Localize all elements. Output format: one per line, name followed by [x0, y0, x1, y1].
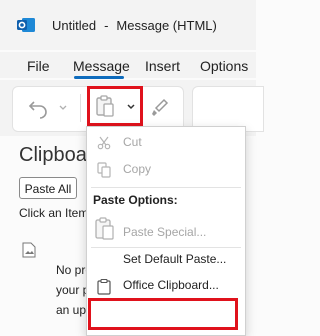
title-name: Untitled — [52, 18, 97, 33]
clipboard-icon — [97, 279, 111, 295]
chevron-down-icon[interactable] — [126, 103, 136, 111]
cut-label: Cut — [123, 135, 142, 149]
paste-all-button[interactable]: Paste All — [19, 177, 77, 199]
outlook-icon — [17, 18, 35, 32]
office-clipboard-highlight — [88, 298, 238, 330]
format-painter-icon[interactable] — [150, 94, 172, 118]
tab-file[interactable]: File — [27, 58, 50, 74]
menu-divider — [91, 247, 241, 248]
copy-label: Copy — [123, 162, 152, 176]
menu-divider — [91, 187, 241, 188]
scissors-icon — [97, 136, 111, 150]
paste-icon — [96, 95, 114, 117]
title-subtitle: Message (HTML) — [116, 18, 217, 33]
image-file-icon — [22, 242, 36, 258]
tab-options[interactable]: Options — [200, 58, 248, 74]
menu-item-paste-special[interactable]: Paste Special... — [87, 225, 245, 245]
tab-message[interactable]: Message — [73, 58, 130, 74]
office-clipboard-label: Office Clipboard... — [123, 278, 219, 292]
active-tab-indicator — [74, 76, 124, 79]
paste-options-header: Paste Options: — [93, 193, 178, 207]
menu-item-copy[interactable]: Copy — [87, 162, 245, 182]
menu-item-set-default-paste[interactable]: Set Default Paste... — [87, 252, 245, 272]
title-separator: - — [104, 18, 109, 33]
ribbon-divider — [80, 94, 81, 122]
paste-button[interactable] — [87, 86, 143, 126]
window-title: Untitled - Message (HTML) — [52, 18, 217, 33]
undo-dropdown-chevron-icon — [59, 105, 67, 110]
undo-icon — [28, 101, 47, 119]
copy-icon — [97, 162, 111, 178]
menu-item-office-clipboard[interactable]: Office Clipboard... — [87, 278, 245, 300]
paste-special-label: Paste Special... — [123, 225, 207, 239]
menu-item-cut[interactable]: Cut — [87, 135, 245, 155]
undo-button[interactable] — [26, 95, 72, 119]
tab-insert[interactable]: Insert — [145, 58, 180, 74]
set-default-paste-label: Set Default Paste... — [123, 252, 227, 266]
